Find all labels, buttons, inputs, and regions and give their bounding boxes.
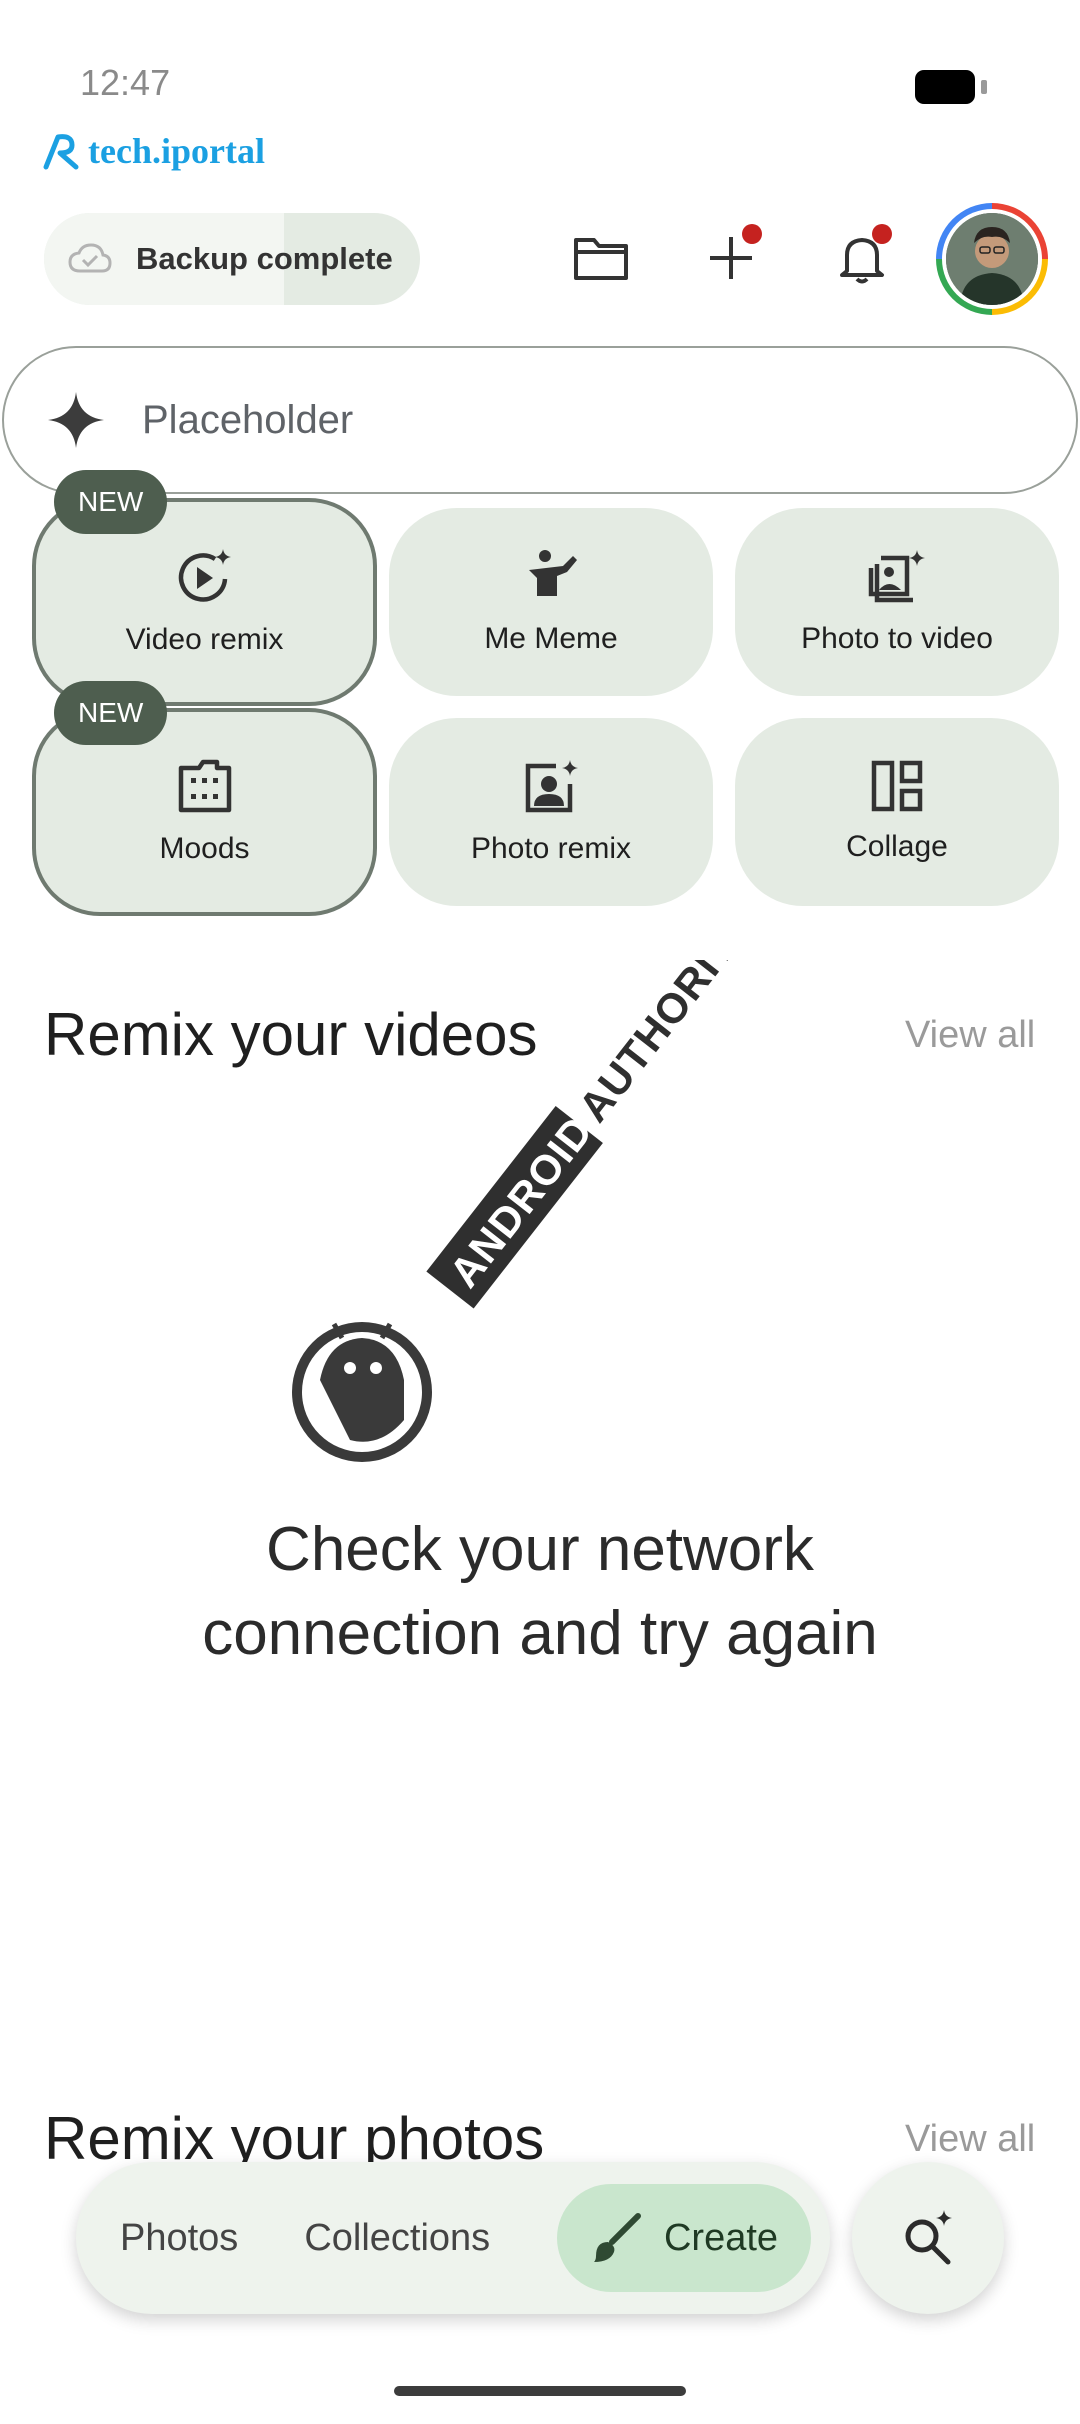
ask-photos-button[interactable] <box>852 2162 1004 2314</box>
nav-create-label: Create <box>663 2216 779 2259</box>
home-indicator[interactable] <box>394 2386 686 2396</box>
android-authority-logo-icon: ANDROID AUTHORITY <box>292 901 763 1462</box>
battery-icon <box>915 70 987 104</box>
tech-iportal-logo-icon <box>43 134 79 170</box>
tile-label: Me Meme <box>484 622 618 655</box>
tile-collage[interactable]: Collage <box>735 718 1059 906</box>
error-line-1: Check your network <box>266 1515 814 1584</box>
backup-status-chip[interactable]: Backup complete <box>44 213 420 305</box>
status-time: 12:47 <box>80 62 171 103</box>
network-error-message: Check your network connection and try ag… <box>0 1508 1080 1676</box>
add-button[interactable] <box>689 216 773 300</box>
new-badge: NEW <box>54 470 168 534</box>
user-photo-icon <box>946 213 1038 305</box>
cloud-done-icon <box>68 243 112 273</box>
tile-label: Moods <box>159 832 250 865</box>
tile-me-meme[interactable]: Me Meme <box>389 508 713 696</box>
notification-dot <box>742 224 762 244</box>
folder-icon <box>574 238 628 280</box>
tile-photo-to-video[interactable]: Photo to video <box>735 508 1059 696</box>
library-folder-button[interactable] <box>559 216 643 300</box>
portrait-sparkle-icon <box>525 760 578 813</box>
video-sparkle-icon <box>178 549 231 602</box>
brush-icon <box>593 2213 641 2262</box>
tile-label: Collage <box>846 830 948 863</box>
nav-create[interactable]: Create <box>557 2184 811 2292</box>
svg-text:ANDROID: ANDROID <box>440 1107 602 1296</box>
tile-photo-remix[interactable]: Photo remix <box>389 718 713 906</box>
error-line-2: connection and try again <box>202 1599 878 1668</box>
notifications-button[interactable] <box>820 216 904 300</box>
search-bar[interactable]: Placeholder <box>2 346 1078 494</box>
tile-label: Video remix <box>125 623 284 656</box>
photo-stack-sparkle-icon <box>868 550 925 603</box>
android-authority-watermark: ANDROID AUTHORITY <box>280 901 800 1480</box>
notification-dot <box>872 224 892 244</box>
collage-layout-icon <box>871 760 923 812</box>
dab-person-icon <box>529 550 577 596</box>
avatar <box>946 213 1038 305</box>
view-all-photos-link[interactable]: View all <box>905 2118 1035 2161</box>
nav-collections[interactable]: Collections <box>304 2217 490 2260</box>
watermark-logo: tech.iportal <box>42 130 265 172</box>
view-all-videos-link[interactable]: View all <box>905 1014 1035 1057</box>
bottom-navigation: Photos Collections Create <box>76 2162 830 2314</box>
backup-status-label: Backup complete <box>136 241 393 276</box>
svg-text:AUTHORITY: AUTHORITY <box>569 960 762 1130</box>
nav-photos[interactable]: Photos <box>120 2217 238 2260</box>
account-avatar-button[interactable] <box>936 203 1048 315</box>
search-sparkle-icon <box>905 2210 952 2265</box>
new-badge: NEW <box>54 681 168 745</box>
tile-label: Photo to video <box>801 622 993 655</box>
search-placeholder: Placeholder <box>142 397 354 442</box>
tile-label: Photo remix <box>470 832 632 865</box>
film-folder-icon <box>178 759 231 813</box>
watermark-text: tech.iportal <box>88 131 265 171</box>
sparkle-icon <box>48 392 104 448</box>
